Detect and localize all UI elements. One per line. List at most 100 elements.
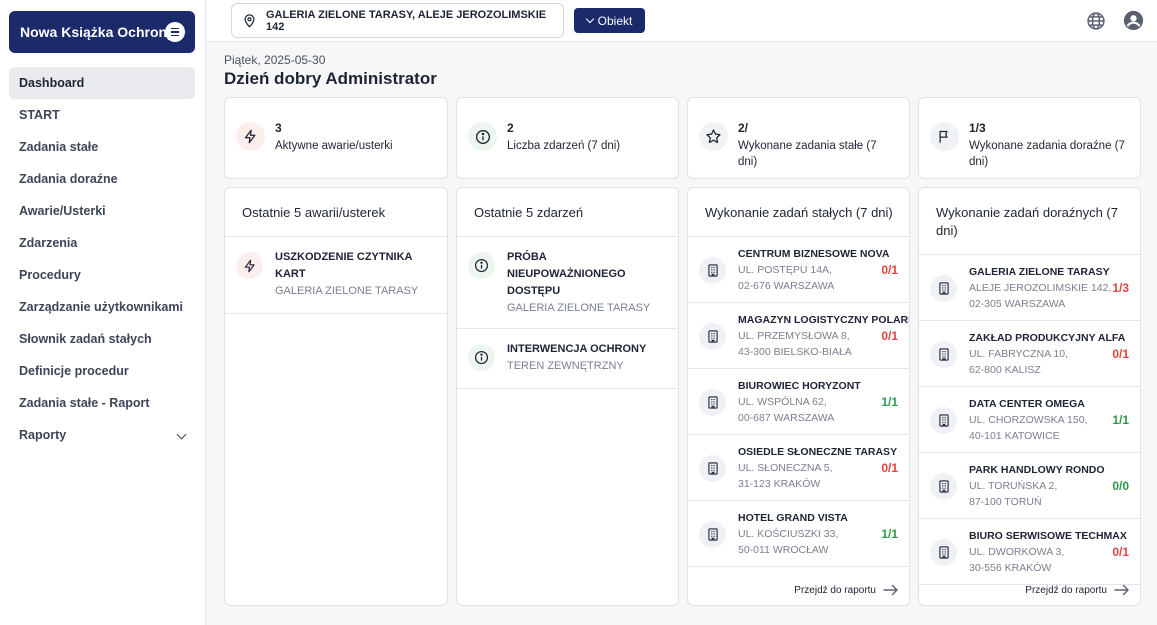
sidebar-item-events[interactable]: Zdarzenia xyxy=(9,227,195,259)
task-site-address-line1: UL. PRZEMYSŁOWA 8, xyxy=(738,330,850,342)
arrow-right-icon xyxy=(883,584,898,596)
adhoc-tasks-list: GALERIA ZIELONE TARASY ALEJE JEROZOLIMSKI… xyxy=(919,255,1140,585)
globe-icon[interactable] xyxy=(1086,11,1106,31)
task-site-name: HOTEL GRAND VISTA xyxy=(738,512,848,524)
task-site-address-line2: 02-676 WARSZAWA xyxy=(738,280,835,292)
chevron-down-icon xyxy=(585,14,594,24)
brand-header[interactable]: Nowa Książka Ochrony xyxy=(9,11,195,53)
task-site-name: OSIEDLE SŁONECZNE TARASY xyxy=(738,446,898,458)
task-row[interactable]: BIUROWIEC HORYZONT UL. WSPÓLNA 62, 00-687 … xyxy=(688,369,909,435)
bolt-icon xyxy=(236,122,265,151)
sidebar-item-fixed-tasks-report[interactable]: Zadania stałe - Raport xyxy=(9,387,195,419)
stat-card-event-count[interactable]: 2 Liczba zdarzeń (7 dni) xyxy=(456,97,679,179)
sidebar-item-failures[interactable]: Awarie/Usterki xyxy=(9,195,195,227)
adhoc-tasks-panel: Wykonanie zadań doraźnych (7 dni) GALERI… xyxy=(918,187,1141,606)
task-row[interactable]: ZAKŁAD PRODUKCYJNY ALFA UL. FABRYCZNA 10,… xyxy=(919,321,1140,387)
stat-label: Aktywne awarie/usterki xyxy=(275,140,393,152)
task-site-address-line1: UL. POSTĘPU 14A, xyxy=(738,264,832,276)
sidebar-item-start[interactable]: START xyxy=(9,99,195,131)
task-row[interactable]: CENTRUM BIZNESOWE NOVA UL. POSTĘPU 14A, 02… xyxy=(688,237,909,303)
stat-label: Wykonane zadania doraźne (7 dni) xyxy=(969,140,1125,168)
flag-icon xyxy=(930,122,959,151)
sidebar-item-fixed-tasks[interactable]: Zadania stałe xyxy=(9,131,195,163)
sidebar-item-user-management[interactable]: Zarządzanie użytkownikami xyxy=(9,291,195,323)
task-site-address-line1: UL. CHORZOWSKA 150, xyxy=(969,414,1088,426)
task-site-address-line1: UL. DWORKOWA 3, xyxy=(969,546,1065,558)
task-site-address-line2: 43-300 BIELSKO-BIAŁA xyxy=(738,346,852,358)
report-link[interactable]: Przejdź do raportu xyxy=(1025,584,1130,596)
chevron-down-icon xyxy=(176,429,187,440)
stat-value: 3 xyxy=(275,121,282,135)
task-row[interactable]: PARK HANDLOWY RONDO UL. TORUŃSKA 2, 87-100… xyxy=(919,453,1140,519)
task-site-name: CENTRUM BIZNESOWE NOVA xyxy=(738,248,890,260)
stat-value: 2 xyxy=(507,121,514,135)
task-completion-count: 1/1 xyxy=(1112,413,1129,427)
star-icon xyxy=(699,122,728,151)
list-item[interactable]: USZKODZENIE CZYTNIKA KART GALERIA ZIELON… xyxy=(225,237,447,314)
panel-title: Ostatnie 5 zdarzeń xyxy=(457,188,678,237)
sidebar: Nowa Książka Ochrony Dashboard START Zad… xyxy=(0,0,206,625)
sidebar-item-reports[interactable]: Raporty xyxy=(9,419,195,451)
building-icon xyxy=(930,539,957,566)
task-completion-count: 0/0 xyxy=(1112,479,1129,493)
task-site-address-line2: 31-123 KRAKÓW xyxy=(738,478,821,490)
panel-title: Wykonanie zadań stałych (7 dni) xyxy=(688,188,909,237)
task-completion-count: 0/1 xyxy=(881,461,898,475)
task-site-address-line2: 30-556 KRAKÓW xyxy=(969,562,1052,574)
user-avatar-icon[interactable] xyxy=(1123,10,1144,31)
task-site-address-line2: 62-800 KALISZ xyxy=(969,364,1041,376)
sidebar-item-procedures[interactable]: Procedury xyxy=(9,259,195,291)
task-row[interactable]: BIURO SERWISOWE TECHMAX UL. DWORKOWA 3, 30… xyxy=(919,519,1140,585)
task-site-address-line2: 50-011 WROCŁAW xyxy=(738,544,829,556)
sidebar-item-fixed-tasks-dictionary[interactable]: Słownik zadań stałych xyxy=(9,323,195,355)
task-completion-count: 0/1 xyxy=(881,329,898,343)
task-site-name: DATA CENTER OMEGA xyxy=(969,398,1085,410)
task-site-address-line2: 02-305 WARSZAWA xyxy=(969,298,1066,310)
location-selector[interactable]: GALERIA ZIELONE TARASY, ALEJE JEROZOLIMS… xyxy=(231,3,564,38)
task-site-address-line1: UL. TORUŃSKA 2, xyxy=(969,480,1058,492)
list-item[interactable]: PRÓBA NIEUPOWAŻNIONEGO DOSTĘPU GALERIA Z… xyxy=(457,237,678,329)
building-icon xyxy=(699,323,726,350)
sidebar-item-dashboard[interactable]: Dashboard xyxy=(9,67,195,99)
task-site-name: BIUROWIEC HORYZONT xyxy=(738,380,861,392)
panel-title: Wykonanie zadań doraźnych (7 dni) xyxy=(919,188,1140,255)
building-icon xyxy=(699,389,726,416)
task-completion-count: 1/1 xyxy=(881,527,898,541)
task-site-address-line2: 40-101 KATOWICE xyxy=(969,430,1060,442)
task-site-name: GALERIA ZIELONE TARASY xyxy=(969,266,1110,278)
sidebar-item-procedure-definitions[interactable]: Definicje procedur xyxy=(9,355,195,387)
stat-card-active-failures[interactable]: 3 Aktywne awarie/usterki xyxy=(224,97,448,179)
task-row[interactable]: HOTEL GRAND VISTA UL. KOŚCIUSZKI 33, 50-01… xyxy=(688,501,909,567)
task-site-address-line1: ALEJE JEROZOLIMSKIE 142, xyxy=(969,282,1112,294)
list-item[interactable]: INTERWENCJA OCHRONY TEREN ZEWNĘTRZNY xyxy=(457,329,678,389)
task-row[interactable]: MAGAZYN LOGISTYCZNY POLARIS UL. PRZEMYSŁO… xyxy=(688,303,909,369)
info-icon xyxy=(468,122,497,151)
page-title: Dzień dobry Administrator xyxy=(224,69,437,88)
sidebar-item-adhoc-tasks[interactable]: Zadania doraźne xyxy=(9,163,195,195)
task-row[interactable]: DATA CENTER OMEGA UL. CHORZOWSKA 150, 40-1… xyxy=(919,387,1140,453)
task-site-address-line2: 87-100 TORUŃ xyxy=(969,496,1042,508)
building-icon xyxy=(930,473,957,500)
recent-events-panel: Ostatnie 5 zdarzeń PRÓBA NIEUPOWAŻNIONEG… xyxy=(456,187,679,606)
event-title: INTERWENCJA OCHRONY xyxy=(507,343,647,355)
task-row[interactable]: GALERIA ZIELONE TARASY ALEJE JEROZOLIMSKI… xyxy=(919,255,1140,321)
stat-card-adhoc-tasks-done[interactable]: 1/3 Wykonane zadania doraźne (7 dni) xyxy=(918,97,1141,179)
sidebar-nav: Dashboard START Zadania stałe Zadania do… xyxy=(9,67,195,451)
task-completion-count: 0/1 xyxy=(1112,545,1129,559)
report-link-label: Przejdź do raportu xyxy=(1025,584,1107,596)
report-link-label: Przejdź do raportu xyxy=(794,584,876,596)
stat-card-fixed-tasks-done[interactable]: 2/ Wykonane zadania stałe (7 dni) xyxy=(687,97,910,179)
object-button-label: Obiekt xyxy=(597,13,633,28)
map-pin-icon xyxy=(244,14,255,28)
report-link[interactable]: Przejdź do raportu xyxy=(794,584,899,596)
task-site-address-line1: UL. KOŚCIUSZKI 33, xyxy=(738,528,839,540)
task-row[interactable]: OSIEDLE SŁONECZNE TARASY UL. SŁONECZNA 5,… xyxy=(688,435,909,501)
recent-failures-panel: Ostatnie 5 awarii/usterek USZKODZENIE CZ… xyxy=(224,187,448,606)
object-button[interactable]: Obiekt xyxy=(574,8,645,33)
menu-icon[interactable] xyxy=(165,22,185,42)
task-site-name: ZAKŁAD PRODUKCYJNY ALFA xyxy=(969,332,1126,344)
building-icon xyxy=(699,455,726,482)
sidebar-item-reports-label: Raporty xyxy=(19,428,67,442)
fixed-tasks-list: CENTRUM BIZNESOWE NOVA UL. POSTĘPU 14A, 02… xyxy=(688,237,909,567)
location-text: GALERIA ZIELONE TARASY, ALEJE JEROZOLIMS… xyxy=(266,8,547,33)
